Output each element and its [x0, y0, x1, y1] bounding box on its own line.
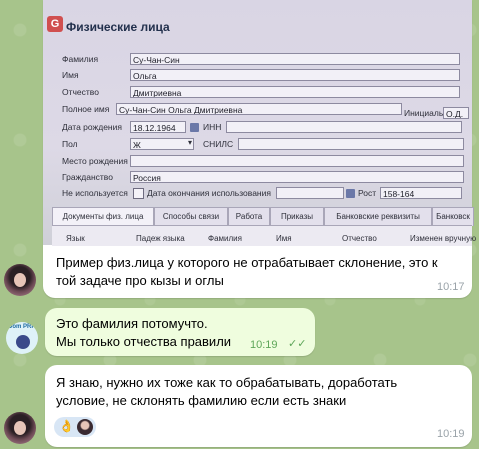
message-text-line: Я знаю, нужно их тоже как то обрабатыват… [56, 375, 398, 390]
label-otchestvo: Отчество [62, 87, 99, 97]
label-data-rozhd: Дата рождения [62, 122, 122, 132]
tab-bank-more[interactable]: Банковск [432, 207, 474, 226]
field-mesto[interactable] [130, 155, 464, 167]
column-header: Изменен вручную [410, 234, 477, 243]
calendar-icon-2[interactable] [346, 189, 355, 198]
tab-orders[interactable]: Приказы [270, 207, 324, 226]
avatar-badge-text: Dom PRP [8, 324, 36, 330]
ok-hand-icon: 👌 [59, 419, 74, 433]
avatar[interactable] [4, 264, 36, 296]
message-text-line: Это фамилия потомучто. [56, 316, 208, 331]
label-rost: Рост [358, 188, 377, 198]
label-imya: Имя [62, 70, 79, 80]
field-inicialy[interactable]: О.Д. [443, 107, 469, 119]
field-otchestvo[interactable]: Дмитриевна [130, 86, 460, 98]
message-time: 10:19 [250, 339, 278, 351]
column-header: Фамилия [208, 234, 242, 243]
label-inn: ИНН [203, 122, 222, 132]
label-mesto: Место рождения [62, 156, 128, 166]
field-pol[interactable]: Ж [130, 138, 194, 150]
field-rost[interactable]: 158-164 [380, 187, 462, 199]
field-polnoe[interactable]: Су-Чан-Син Ольга Дмитриевна [116, 103, 402, 115]
label-grazhd: Гражданство [62, 172, 113, 182]
tab-work[interactable]: Работа [228, 207, 270, 226]
field-snils[interactable] [238, 138, 464, 150]
field-grazhd[interactable]: Россия [130, 171, 464, 183]
field-data-okonch[interactable] [276, 187, 344, 199]
avatar-3[interactable] [4, 412, 36, 444]
tab-bank[interactable]: Банковские реквизиты [324, 207, 432, 226]
label-ne-isp: Не используется [62, 188, 128, 198]
message-text-line: Пример физ.лица у которого не отрабатыва… [56, 255, 438, 270]
message-text-line: той задаче про кызы и оглы [56, 273, 224, 288]
label-inicialy: Инициалы [404, 108, 445, 118]
column-header: Падеж языка [136, 234, 185, 243]
form-title: Физические лица [66, 20, 170, 34]
label-pol: Пол [62, 139, 78, 149]
tab-contacts[interactable]: Способы связи [154, 207, 228, 226]
message-time: 10:17 [437, 281, 465, 293]
reactor-avatar [77, 419, 93, 435]
app-logo-icon: G [47, 16, 63, 32]
calendar-icon[interactable] [190, 123, 199, 132]
label-data-okonch: Дата окончания использования [147, 188, 271, 198]
chevron-down-icon[interactable]: ▾ [188, 138, 192, 147]
column-header: Имя [276, 234, 292, 243]
message-time: 10:19 [437, 428, 465, 440]
reaction-chip[interactable]: 👌 [54, 417, 96, 437]
field-familia[interactable]: Су-Чан-Син [130, 53, 460, 65]
field-imya[interactable]: Ольга [130, 69, 460, 81]
table-header [52, 225, 472, 246]
ne-isp-checkbox[interactable] [133, 188, 144, 199]
label-familia: Фамилия [62, 54, 99, 64]
field-data-rozhd[interactable]: 18.12.1964 [130, 121, 186, 133]
field-inn[interactable] [226, 121, 462, 133]
label-snils: СНИЛС [203, 139, 234, 149]
label-polnoe: Полное имя [62, 104, 110, 114]
avatar-2[interactable]: Dom PRP [6, 322, 38, 354]
column-header: Отчество [342, 234, 377, 243]
tab-documents[interactable]: Документы физ. лица [52, 207, 154, 226]
message-text-line: условие, не склонять фамилию если есть з… [56, 393, 347, 408]
column-header: Язык [66, 234, 85, 243]
message-text-line: Мы только отчества правили [56, 334, 232, 349]
double-check-icon: ✓✓ [288, 338, 307, 350]
